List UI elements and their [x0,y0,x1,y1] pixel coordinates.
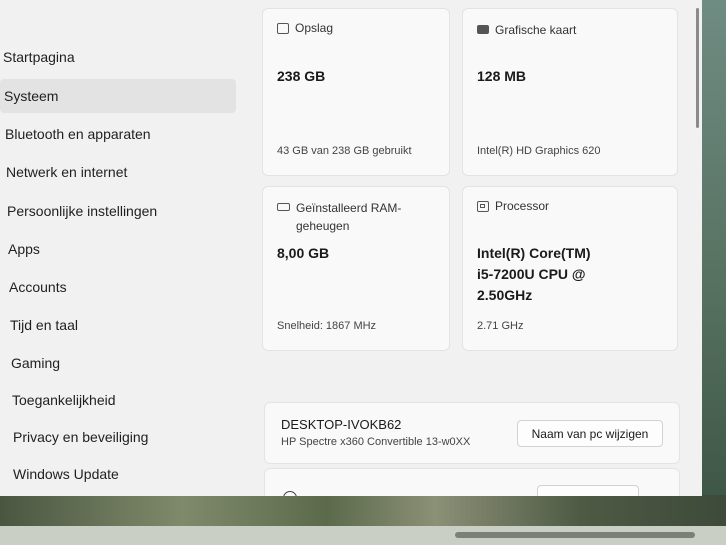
graphics-card-icon [477,25,489,34]
sidebar-item-startpagina[interactable]: Startpagina [3,40,235,74]
storage-value: 238 GB [277,68,326,84]
rename-pc-button[interactable]: Naam van pc wijzigen [517,420,663,447]
ram-detail: Snelheid: 1867 MHz [277,320,377,332]
processor-value-line1: Intel(R) Core(TM) [477,245,591,261]
storage-title: Opslag [295,21,334,35]
processor-value-line3: 2.50GHz [477,287,533,303]
partial-card[interactable] [264,468,680,496]
processor-value-line2: i5-7200U CPU @ [477,266,586,282]
device-model: HP Spectre x360 Convertible 13-w0XX [281,436,471,448]
graphics-title: Grafische kaart [495,23,577,37]
ram-title-line2: geheugen [296,219,350,233]
sidebar-item-windows-update[interactable]: Windows Update [13,457,245,491]
sidebar-item-systeem[interactable]: Systeem [0,79,236,113]
storage-detail: 43 GB van 238 GB gebruikt [277,145,412,157]
device-name: DESKTOP-IVOKB62 [281,417,402,432]
sidebar-item-accounts[interactable]: Accounts [9,270,241,304]
sidebar-item-gaming[interactable]: Gaming [11,346,243,380]
graphics-detail: Intel(R) HD Graphics 620 [477,145,601,157]
scrollbar[interactable] [696,8,699,128]
desk-object [455,532,695,538]
sidebar-item-netwerk[interactable]: Netwerk en internet [6,155,238,189]
processor-value: Intel(R) Core(TM) i5-7200U CPU @ 2.50GHz [477,243,591,306]
ram-card[interactable]: Geïnstalleerd RAM- geheugen 8,00 GB Snel… [262,186,450,351]
ram-value: 8,00 GB [277,245,330,261]
ram-title-line1: Geïnstalleerd RAM- [296,201,402,215]
ram-icon [277,203,290,211]
processor-card[interactable]: Processor Intel(R) Core(TM) i5-7200U CPU… [462,186,678,351]
info-icon [283,491,297,496]
sidebar-item-privacy[interactable]: Privacy en beveiliging [13,420,245,454]
partial-button[interactable] [537,485,639,496]
sidebar-item-bluetooth[interactable]: Bluetooth en apparaten [5,117,237,151]
sidebar-item-apps[interactable]: Apps [8,232,240,266]
processor-title: Processor [495,199,550,213]
storage-card[interactable]: Opslag 238 GB 43 GB van 238 GB gebruikt [262,8,450,176]
sidebar-item-toegankelijkheid[interactable]: Toegankelijkheid [12,383,244,417]
device-name-card: DESKTOP-IVOKB62 HP Spectre x360 Converti… [264,402,680,464]
storage-icon [277,23,289,34]
graphics-card[interactable]: Grafische kaart 128 MB Intel(R) HD Graph… [462,8,678,176]
sidebar-item-persoonlijke-instellingen[interactable]: Persoonlijke instellingen [7,194,239,228]
wallpaper-edge [700,0,726,495]
processor-detail: 2.71 GHz [477,320,524,332]
settings-window: Startpagina Systeem Bluetooth en apparat… [0,0,702,496]
graphics-value: 128 MB [477,68,527,84]
processor-icon [477,201,489,212]
sidebar-item-tijd-en-taal[interactable]: Tijd en taal [10,308,242,342]
